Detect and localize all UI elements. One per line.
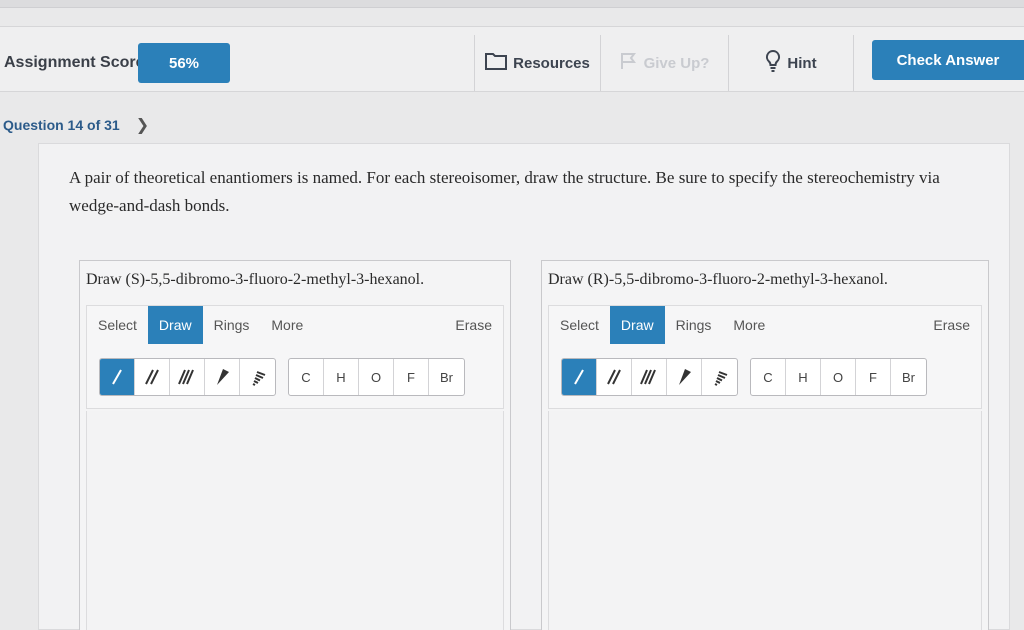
lightbulb-icon <box>765 49 781 76</box>
tab-select[interactable]: Select <box>87 306 148 344</box>
single-bond-button[interactable] <box>562 359 597 395</box>
wedge-bond-button[interactable] <box>667 359 702 395</box>
dash-bond-button[interactable] <box>702 359 737 395</box>
atom-f-button[interactable]: F <box>856 359 891 395</box>
chevron-right-icon[interactable]: ❯ <box>136 115 149 135</box>
double-bond-icon <box>607 369 621 385</box>
atom-o-button[interactable]: O <box>821 359 856 395</box>
dash-bond-icon <box>252 371 265 386</box>
triple-bond-button[interactable] <box>170 359 205 395</box>
hint-button[interactable]: Hint <box>728 35 854 91</box>
flag-icon <box>620 52 638 74</box>
bond-tools <box>99 358 276 396</box>
tab-draw[interactable]: Draw <box>609 306 665 344</box>
dash-bond-icon <box>714 371 727 386</box>
panel-title: Draw (R)-5,5-dibromo-3-fluoro-2-methyl-3… <box>548 271 888 288</box>
tab-erase[interactable]: Erase <box>922 306 981 344</box>
give-up-label: Give Up? <box>643 54 710 72</box>
tool-groups: C H O F Br <box>99 358 465 396</box>
wedge-bond-icon <box>679 369 691 385</box>
hint-label: Hint <box>787 54 817 72</box>
tab-rings[interactable]: Rings <box>203 306 261 344</box>
bond-tools <box>561 358 738 396</box>
double-bond-button[interactable] <box>597 359 632 395</box>
atom-tools: C H O F Br <box>750 358 927 396</box>
atom-br-button[interactable]: Br <box>891 359 926 395</box>
single-bond-icon <box>112 369 122 385</box>
dash-bond-button[interactable] <box>240 359 275 395</box>
wedge-bond-icon <box>217 369 229 385</box>
resources-label: Resources <box>513 54 590 72</box>
check-answer-button[interactable]: Check Answer <box>872 40 1024 80</box>
question-content: A pair of theoretical enantiomers is nam… <box>38 143 1010 630</box>
toolbar-tabs: Select Draw Rings More Erase <box>87 306 503 344</box>
atom-br-button[interactable]: Br <box>429 359 464 395</box>
tab-rings[interactable]: Rings <box>665 306 723 344</box>
double-bond-button[interactable] <box>135 359 170 395</box>
atom-h-button[interactable]: H <box>786 359 821 395</box>
question-prompt: A pair of theoretical enantiomers is nam… <box>69 168 940 215</box>
question-counter: Question 14 of 31 <box>3 117 120 133</box>
tool-groups: C H O F Br <box>561 358 927 396</box>
tab-erase[interactable]: Erase <box>444 306 503 344</box>
double-bond-icon <box>145 369 159 385</box>
atom-h-button[interactable]: H <box>324 359 359 395</box>
single-bond-button[interactable] <box>100 359 135 395</box>
assignment-score-badge: 56% <box>138 43 230 83</box>
toolbar-tabs: Select Draw Rings More Erase <box>549 306 981 344</box>
single-bond-icon <box>574 369 584 385</box>
tab-more[interactable]: More <box>722 306 776 344</box>
atom-o-button[interactable]: O <box>359 359 394 395</box>
assignment-score-label: Assignment Score: <box>4 54 150 71</box>
drawing-canvas[interactable] <box>86 411 504 630</box>
panel-title: Draw (S)-5,5-dibromo-3-fluoro-2-methyl-3… <box>86 271 425 288</box>
drawing-panel-s: Draw (S)-5,5-dibromo-3-fluoro-2-methyl-3… <box>79 260 511 630</box>
wedge-bond-button[interactable] <box>205 359 240 395</box>
atom-tools: C H O F Br <box>288 358 465 396</box>
drawing-panel-r: Draw (R)-5,5-dibromo-3-fluoro-2-methyl-3… <box>541 260 989 630</box>
atom-f-button[interactable]: F <box>394 359 429 395</box>
drawing-canvas[interactable] <box>548 411 982 630</box>
triple-bond-button[interactable] <box>632 359 667 395</box>
assignment-header: Assignment Score: 56% Resources Give Up?… <box>0 26 1024 92</box>
tab-more[interactable]: More <box>260 306 314 344</box>
tab-select[interactable]: Select <box>549 306 610 344</box>
triple-bond-icon <box>640 369 656 385</box>
resources-button[interactable]: Resources <box>474 35 600 91</box>
atom-c-button[interactable]: C <box>289 359 324 395</box>
drawing-toolbar: Select Draw Rings More Erase C H O F Br <box>86 305 504 409</box>
triple-bond-icon <box>178 369 194 385</box>
give-up-button[interactable]: Give Up? <box>600 35 728 91</box>
atom-c-button[interactable]: C <box>751 359 786 395</box>
question-navigator[interactable]: Question 14 of 31 ❯ <box>3 115 149 135</box>
drawing-toolbar: Select Draw Rings More Erase C H O F Br <box>548 305 982 409</box>
top-strip <box>0 0 1024 8</box>
folder-icon <box>485 52 508 74</box>
tab-draw[interactable]: Draw <box>147 306 203 344</box>
